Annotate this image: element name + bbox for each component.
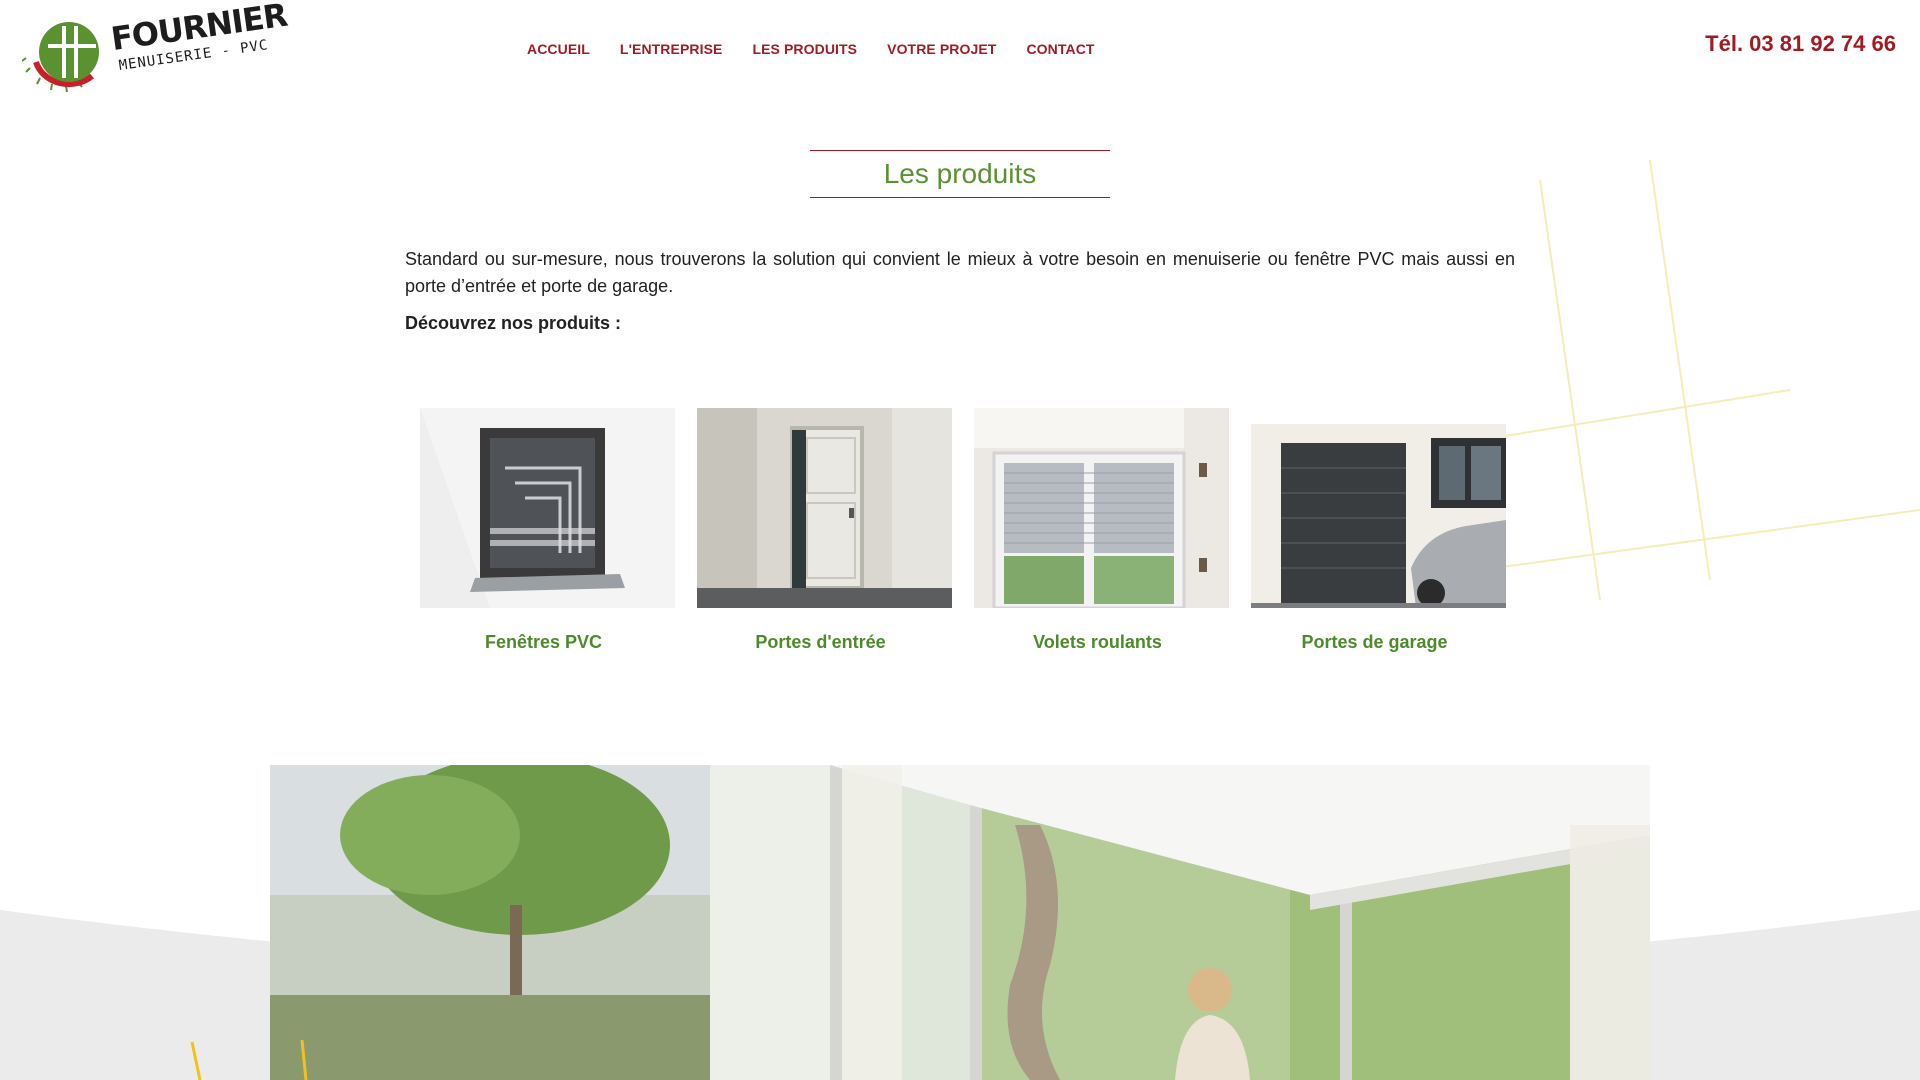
door-photo-icon[interactable] bbox=[697, 408, 952, 608]
product-label[interactable]: Portes de garage bbox=[1243, 632, 1506, 653]
yellow-accent-lines bbox=[190, 1040, 308, 1080]
window-photo-icon[interactable] bbox=[420, 408, 675, 608]
product-label[interactable]: Fenêtres PVC bbox=[412, 632, 675, 653]
nav-projet[interactable]: VOTRE PROJET bbox=[887, 41, 996, 57]
page-title: Les produits bbox=[810, 150, 1110, 198]
product-label[interactable]: Volets roulants bbox=[966, 632, 1229, 653]
house-photo-icon bbox=[270, 765, 1650, 1080]
nav-accueil[interactable]: ACCUEIL bbox=[527, 41, 590, 57]
product-grid: Fenêtres PVC Portes d'entrée Volets roul… bbox=[420, 408, 1528, 653]
product-card-volets[interactable]: Volets roulants bbox=[974, 408, 1229, 653]
nav-produits[interactable]: LES PRODUITS bbox=[752, 41, 857, 57]
nav-contact[interactable]: CONTACT bbox=[1026, 41, 1094, 57]
hero-image bbox=[270, 765, 1650, 1080]
intro-text: Standard ou sur-mesure, nous trouverons … bbox=[405, 249, 1515, 296]
product-card-fenetres[interactable]: Fenêtres PVC bbox=[420, 408, 675, 653]
garage-photo-icon[interactable] bbox=[1251, 408, 1506, 608]
product-label[interactable]: Portes d'entrée bbox=[689, 632, 952, 653]
product-card-portes-entree[interactable]: Portes d'entrée bbox=[697, 408, 952, 653]
shutter-photo-icon[interactable] bbox=[974, 408, 1229, 608]
discover-heading: Découvrez nos produits : bbox=[405, 313, 622, 333]
main-nav: ACCUEIL L'ENTREPRISE LES PRODUITS VOTRE … bbox=[527, 41, 1125, 57]
brand-logo[interactable]: FOURNIER MENUISERIE - PVC bbox=[22, 0, 292, 96]
phone-number[interactable]: Tél. 03 81 92 74 66 bbox=[1705, 31, 1896, 57]
decorative-grid-lines bbox=[1480, 159, 1920, 600]
nav-entreprise[interactable]: L'ENTREPRISE bbox=[620, 41, 723, 57]
product-card-garage[interactable]: Portes de garage bbox=[1251, 408, 1506, 653]
